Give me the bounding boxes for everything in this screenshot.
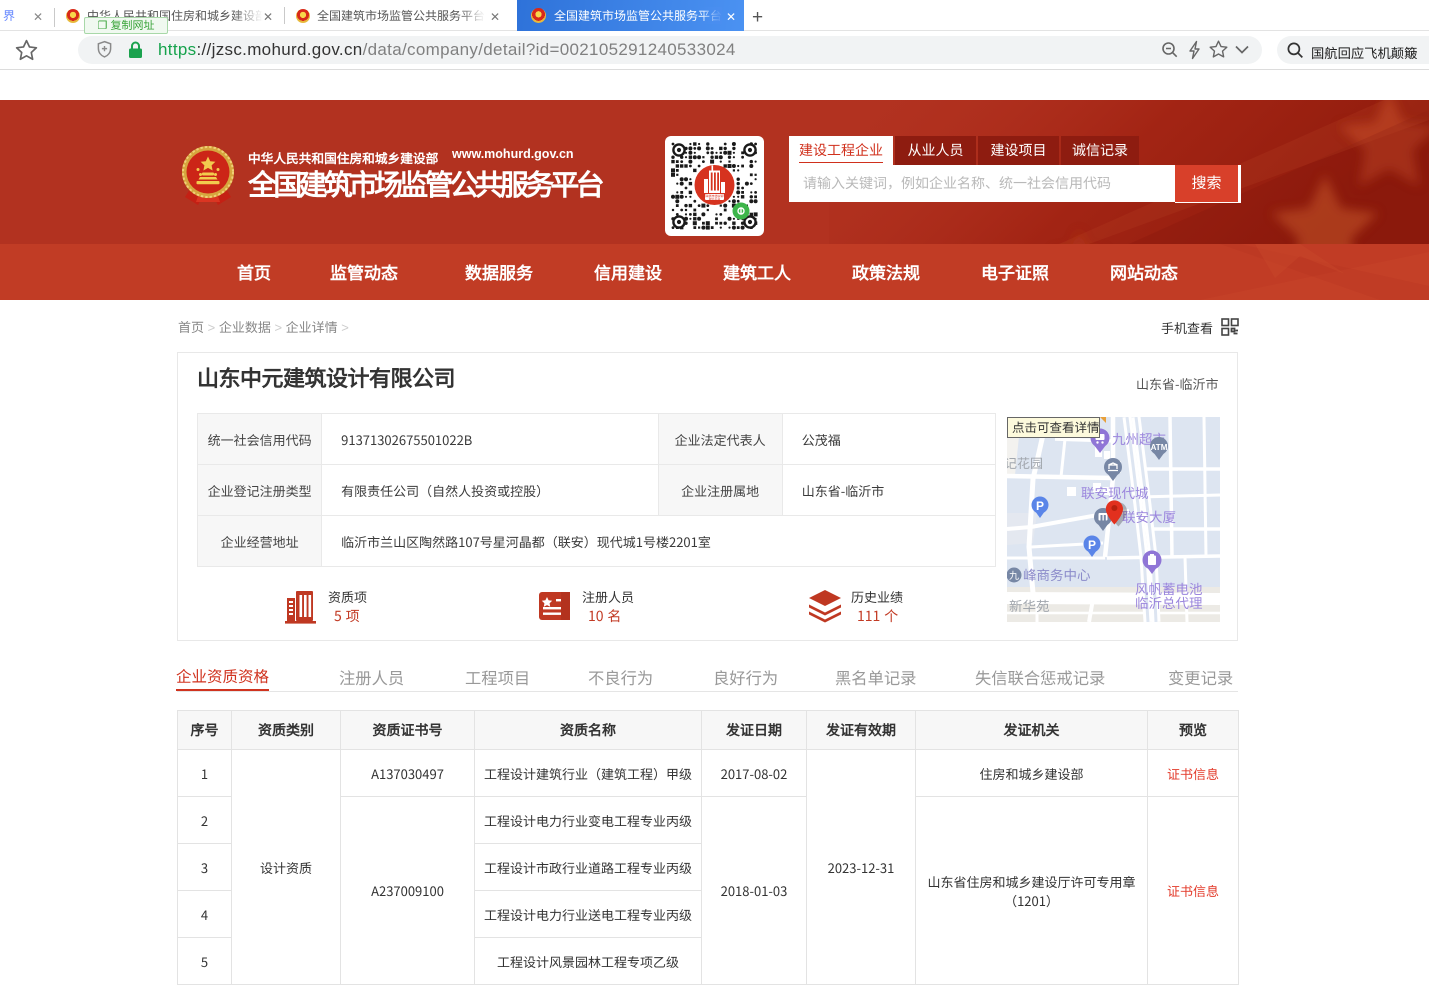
svg-text:联安现代城: 联安现代城 bbox=[1081, 482, 1149, 502]
svg-text:临沂总代理: 临沂总代理 bbox=[1135, 592, 1203, 612]
svg-text:P: P bbox=[1036, 499, 1044, 513]
svg-text:点击可查看详情: 点击可查看详情 bbox=[1012, 417, 1100, 436]
svg-text:联安大厦: 联安大厦 bbox=[1122, 506, 1176, 526]
svg-text:ATM: ATM bbox=[1151, 443, 1168, 452]
svg-text:P: P bbox=[1088, 538, 1096, 552]
svg-text:记花园: 记花园 bbox=[1007, 453, 1043, 472]
svg-text:新华苑: 新华苑 bbox=[1009, 595, 1050, 615]
svg-text:峰商务中心: 峰商务中心 bbox=[1023, 564, 1091, 584]
svg-text:服务平台: 服务平台 bbox=[709, 197, 721, 201]
svg-text:九: 九 bbox=[1009, 567, 1019, 582]
